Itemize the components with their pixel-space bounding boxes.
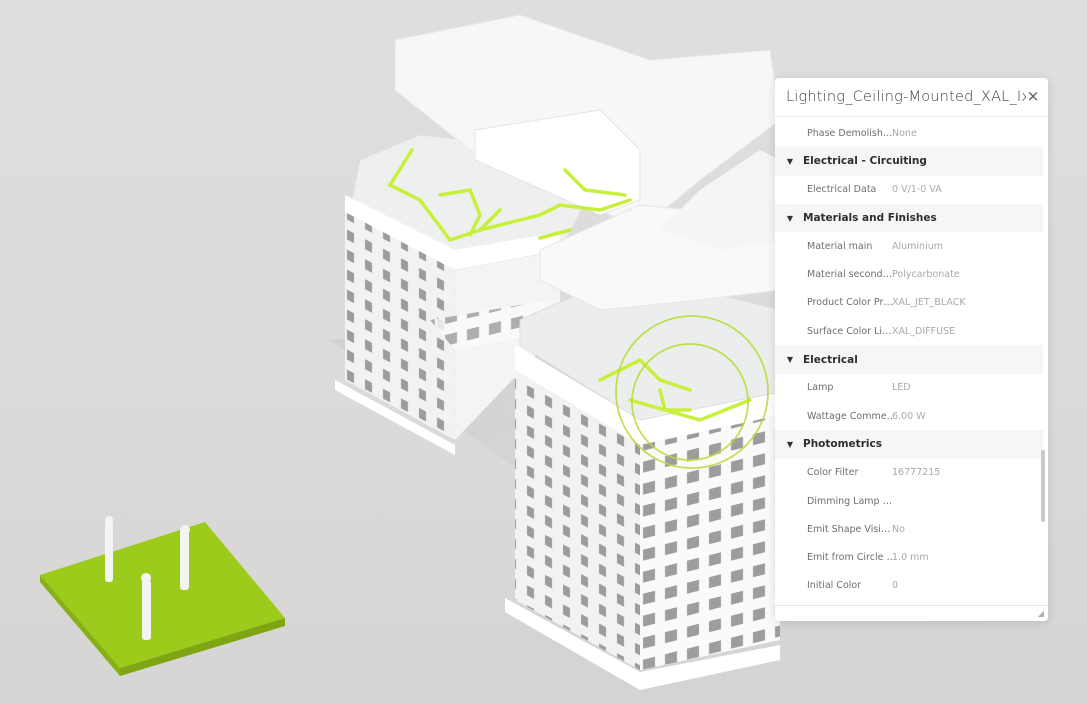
property-value: 1.0 mm bbox=[892, 552, 929, 564]
section-header[interactable]: ▼ Electrical bbox=[775, 345, 1043, 374]
section-title: Electrical bbox=[803, 353, 858, 366]
property-value: No bbox=[892, 523, 905, 535]
scrollbar[interactable] bbox=[1041, 119, 1045, 605]
property-row: Surface Color Li… XAL_DIFFUSE bbox=[775, 317, 1048, 345]
caret-down-icon[interactable]: ▼ bbox=[775, 440, 803, 449]
property-row: Lamp LED bbox=[775, 374, 1048, 402]
property-value: 6.00 W bbox=[892, 410, 926, 422]
property-name: Material main bbox=[807, 240, 873, 252]
property-row: Material second… Polycarbonate bbox=[775, 260, 1048, 288]
property-value: Polycarbonate bbox=[892, 269, 960, 281]
property-row: Phase Demolish… None bbox=[775, 119, 1048, 147]
property-value: 0 bbox=[892, 580, 899, 592]
panel-footer: ◢ bbox=[775, 605, 1048, 621]
property-row: Emit from Circle … 1.0 mm bbox=[775, 543, 1048, 571]
properties-list[interactable]: Phase Demolish… None ▼ Electrical - Circuit… bbox=[775, 119, 1048, 605]
property-row: Emit Shape Visi… No bbox=[775, 515, 1048, 543]
property-row: Dimming Lamp … bbox=[775, 487, 1048, 515]
property-name: Phase Demolish… bbox=[807, 127, 892, 139]
property-name: Wattage Comme… bbox=[807, 410, 892, 422]
property-name: Dimming Lamp … bbox=[807, 495, 892, 507]
scrollbar-thumb[interactable] bbox=[1041, 450, 1045, 522]
property-row: Wattage Comme… 6.00 W bbox=[775, 402, 1048, 430]
property-name: Product Color Pr… bbox=[807, 297, 892, 309]
close-icon[interactable]: × bbox=[1026, 88, 1040, 104]
properties-panel[interactable]: Lighting_Ceiling-Mounted_XAL_Ix × Phase … bbox=[775, 78, 1048, 621]
section-title: Materials and Finishes bbox=[803, 212, 937, 225]
property-name: Emit Shape Visi… bbox=[807, 523, 891, 535]
panel-title: Lighting_Ceiling-Mounted_XAL_Ix bbox=[786, 89, 1030, 105]
property-row: Material main Aluminium bbox=[775, 232, 1048, 260]
property-name: Electrical Data bbox=[807, 184, 877, 196]
section-header[interactable]: ▼ Photometrics bbox=[775, 430, 1043, 459]
property-name: Material second… bbox=[807, 269, 892, 281]
property-row: Color Filter 16777215 bbox=[775, 459, 1048, 487]
people-platform bbox=[40, 516, 285, 676]
property-row: Initial Color 0 bbox=[775, 572, 1048, 600]
property-name: Color Filter bbox=[807, 467, 859, 479]
property-value: XAL_JET_BLACK bbox=[892, 297, 966, 309]
property-name: Lamp bbox=[807, 382, 834, 394]
property-name: Surface Color Li… bbox=[807, 325, 892, 337]
property-name: Initial Color bbox=[807, 580, 862, 592]
property-value: 16777215 bbox=[892, 467, 941, 479]
panel-header: Lighting_Ceiling-Mounted_XAL_Ix × bbox=[775, 78, 1048, 117]
property-value: 0 V/1-0 VA bbox=[892, 184, 942, 196]
section-title: Electrical - Circuiting bbox=[803, 155, 927, 168]
property-row: Electrical Data 0 V/1-0 VA bbox=[775, 176, 1048, 204]
caret-down-icon[interactable]: ▼ bbox=[775, 157, 803, 166]
property-value: XAL_DIFFUSE bbox=[892, 325, 956, 337]
section-header[interactable]: ▼ Materials and Finishes bbox=[775, 203, 1043, 233]
caret-down-icon[interactable]: ▼ bbox=[775, 355, 803, 364]
caret-down-icon[interactable]: ▼ bbox=[775, 214, 803, 223]
property-row: Product Color Pr… XAL_JET_BLACK bbox=[775, 289, 1048, 317]
right-tower bbox=[505, 279, 781, 690]
property-value: None bbox=[892, 127, 917, 139]
resize-grip-icon[interactable]: ◢ bbox=[1038, 610, 1044, 618]
section-header[interactable]: ▼ Electrical - Circuiting bbox=[775, 147, 1043, 176]
property-name: Emit from Circle … bbox=[807, 552, 892, 564]
property-value: LED bbox=[892, 382, 911, 394]
section-title: Photometrics bbox=[803, 438, 882, 451]
property-value: Aluminium bbox=[892, 240, 943, 252]
